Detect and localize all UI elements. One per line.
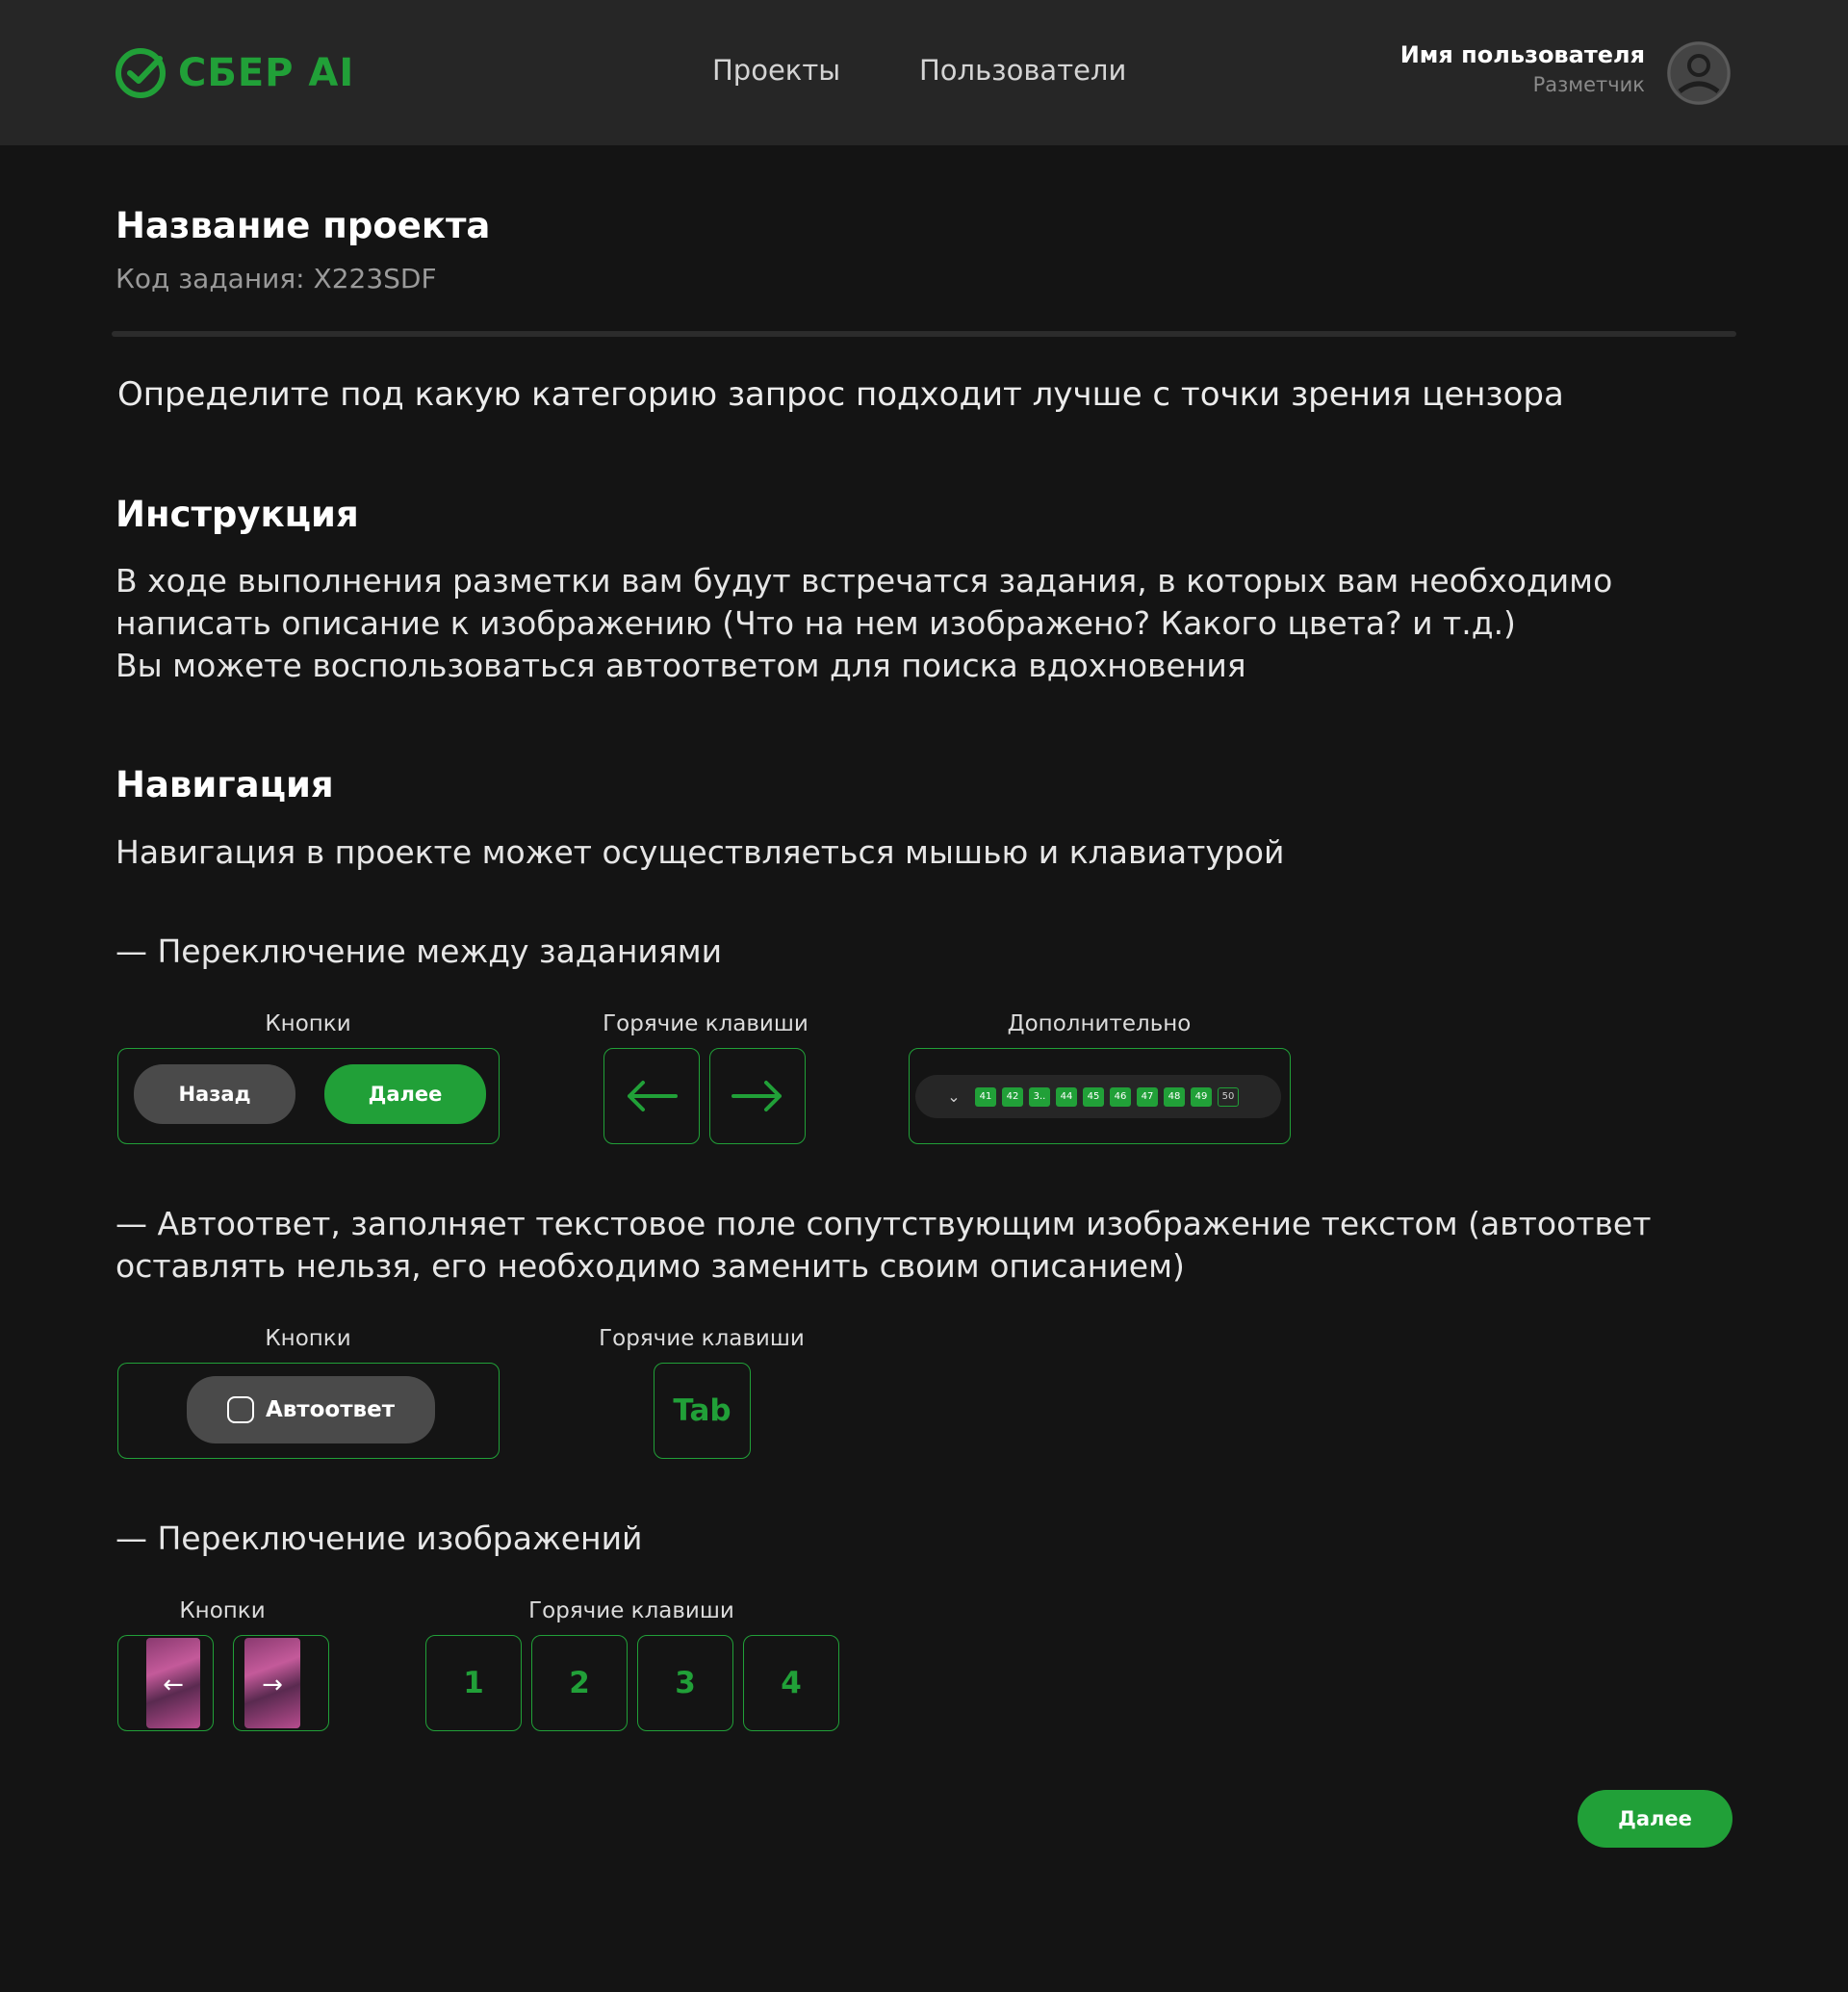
hotkeys-label: Горячие клавиши	[528, 1598, 734, 1623]
arrow-left-icon	[628, 1081, 678, 1111]
autoanswer-demo: Автоответ	[117, 1363, 500, 1459]
autoanswer-heading-line-2: оставлять нельзя, его необходимо заменит…	[116, 1247, 1185, 1285]
autoanswer-heading-line-1: — Автоответ, заполняет текстовое поле со…	[116, 1205, 1652, 1242]
page-46[interactable]: 46	[1110, 1086, 1131, 1107]
instruction-line-2: написать описание к изображению (Что на …	[116, 604, 1516, 642]
page-42[interactable]: 42	[1002, 1086, 1023, 1107]
page-50-current[interactable]: 50	[1218, 1086, 1239, 1107]
chevron-down-icon[interactable]: ⌄	[944, 1087, 963, 1106]
page-41[interactable]: 41	[975, 1086, 996, 1107]
project-title: Название проекта	[116, 205, 491, 246]
switch-images-heading: — Переключение изображений	[116, 1520, 643, 1557]
task-code: Код задания: X223SDF	[116, 263, 437, 294]
task-text: Определите под какую категорию запрос по…	[117, 375, 1564, 414]
navigation-text: Навигация в проекте может осуществляетьс…	[116, 833, 1285, 871]
page-49[interactable]: 49	[1191, 1086, 1212, 1107]
avatar[interactable]	[1667, 41, 1731, 105]
hotkey-3: 3	[637, 1635, 733, 1731]
hotkey-left-arrow	[603, 1048, 700, 1144]
task-buttons-demo: Назад Далее	[117, 1048, 500, 1144]
nav-projects[interactable]: Проекты	[712, 54, 840, 87]
autoanswer-button[interactable]: Автоответ	[187, 1376, 435, 1443]
hotkey-2: 2	[531, 1635, 628, 1731]
hotkey-4: 4	[743, 1635, 839, 1731]
instruction-title: Инструкция	[116, 494, 359, 535]
nav-users[interactable]: Пользователи	[919, 54, 1126, 87]
next-button[interactable]: Далее	[1578, 1790, 1732, 1848]
hotkeys-label: Горячие клавиши	[603, 1011, 808, 1036]
arrow-left-icon: ←	[163, 1671, 184, 1699]
logo-text: СБЕР AI	[178, 51, 355, 95]
user-icon	[1667, 41, 1731, 105]
hotkeys-label: Горячие клавиши	[599, 1326, 805, 1351]
page-48[interactable]: 48	[1164, 1086, 1185, 1107]
next-button-demo[interactable]: Далее	[324, 1064, 486, 1124]
buttons-label: Кнопки	[179, 1598, 266, 1623]
hotkey-tab: Tab	[654, 1363, 751, 1459]
user-name: Имя пользователя	[1399, 41, 1645, 68]
next-image-button[interactable]: →	[233, 1635, 329, 1731]
hotkey-right-arrow	[709, 1048, 806, 1144]
top-bar: СБЕР AI Проекты Пользователи Имя пользов…	[0, 0, 1848, 145]
buttons-label: Кнопки	[265, 1011, 351, 1036]
page-44[interactable]: 44	[1056, 1086, 1077, 1107]
prev-image-button[interactable]: ←	[117, 1635, 214, 1731]
logo[interactable]: СБЕР AI	[115, 47, 354, 99]
arrow-right-icon	[732, 1081, 782, 1111]
checkbox-icon	[226, 1396, 254, 1423]
autoanswer-label: Автоответ	[265, 1397, 396, 1422]
divider	[112, 331, 1736, 337]
buttons-label: Кнопки	[265, 1326, 351, 1351]
hotkey-1: 1	[425, 1635, 522, 1731]
page-47[interactable]: 47	[1137, 1086, 1158, 1107]
navigation-title: Навигация	[116, 764, 334, 805]
pagination: ⌄ 41 42 3.. 44 45 46 47 48 49 50	[915, 1075, 1281, 1118]
user-role: Разметчик	[1532, 73, 1645, 96]
back-button[interactable]: Назад	[134, 1064, 295, 1124]
page-43[interactable]: 3..	[1029, 1086, 1050, 1107]
instruction-line-3: Вы можете воспользоваться автоответом дл…	[116, 647, 1246, 684]
sber-logo-icon	[116, 48, 166, 98]
instruction-line-1: В ходе выполнения разметки вам будут вст…	[116, 562, 1613, 600]
arrow-right-icon: →	[262, 1671, 283, 1699]
page-45[interactable]: 45	[1083, 1086, 1104, 1107]
switch-tasks-heading: — Переключение между заданиями	[116, 932, 723, 970]
extra-label: Дополнительно	[1007, 1011, 1192, 1036]
